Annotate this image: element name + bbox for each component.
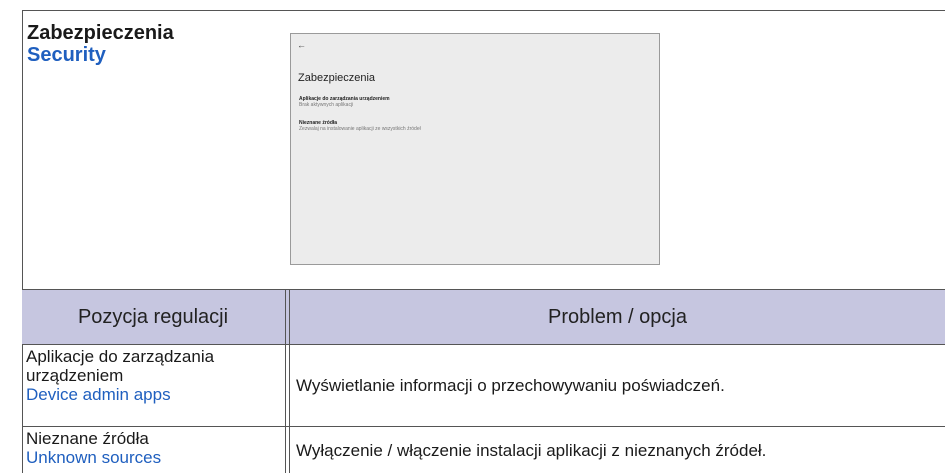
section-title-en: Security [27, 44, 106, 66]
setting-item-en: Unknown sources [26, 448, 162, 467]
description-cell: Wyłączenie / włączenie instalacji aplika… [296, 441, 767, 460]
table-row: Nieznane źródła Unknown sources Wyłączen… [22, 427, 945, 473]
frame-top-border [22, 10, 945, 11]
header-problem-option: Problem / opcja [548, 305, 687, 328]
setting-item-cell: Aplikacje do zarządzania urządzeniem Dev… [26, 347, 284, 404]
section-heading: Zabezpieczenia Security [27, 22, 174, 66]
screenshot-title: Zabezpieczenia [298, 72, 376, 84]
header-setting-item: Pozycja regulacji [77, 305, 229, 328]
setting-item-pl: Aplikacje do zarządzania urządzeniem [26, 347, 215, 385]
screenshot-item-device-admin: Aplikacje do zarządzania urządzeniem Bra… [299, 96, 390, 108]
screenshot-item-unknown-sources: Nieznane źródła Zezwalaj na instalowanie… [299, 120, 421, 132]
screenshot-item-subtitle: Brak aktywnych aplikacji [299, 102, 354, 108]
setting-item-en: Device admin apps [26, 385, 171, 404]
table-row: Aplikacje do zarządzania urządzeniem Dev… [22, 345, 945, 427]
setting-item-cell: Nieznane źródła Unknown sources [26, 429, 284, 467]
screenshot-item-subtitle: Zezwalaj na instalowanie aplikacji ze ws… [299, 126, 421, 132]
table-header: Pozycja regulacji Problem / opcja [22, 289, 945, 345]
setting-item-pl: Nieznane źródła [26, 429, 149, 448]
back-arrow-icon: ← [297, 40, 306, 50]
section-title-pl: Zabezpieczenia [27, 22, 174, 44]
description-cell: Wyświetlanie informacji o przechowywaniu… [296, 376, 725, 395]
settings-screenshot: ← Zabezpieczenia Aplikacje do zarządzani… [290, 33, 660, 265]
